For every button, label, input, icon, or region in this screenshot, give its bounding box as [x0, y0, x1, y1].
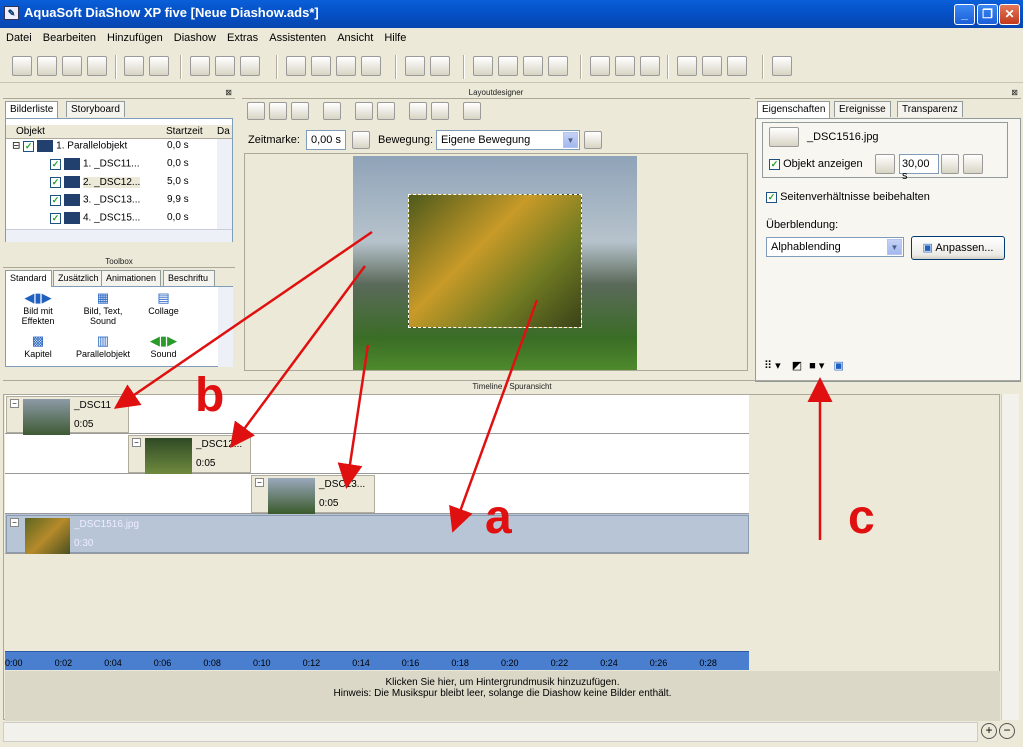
annotation-a: a: [485, 491, 512, 544]
annotation-b: b: [195, 369, 225, 422]
tab-standard[interactable]: Standard: [5, 270, 52, 287]
tab-bilderliste[interactable]: Bilderliste: [5, 101, 59, 118]
arrow-to-clip-3: [337, 344, 370, 489]
annotation-c: c: [848, 491, 875, 544]
annotation-arrows: [113, 230, 833, 540]
arrow-to-clip-1: [113, 230, 373, 409]
arrow-to-clip-2: [230, 265, 367, 449]
tab-eigenschaften[interactable]: Eigenschaften: [757, 101, 831, 118]
